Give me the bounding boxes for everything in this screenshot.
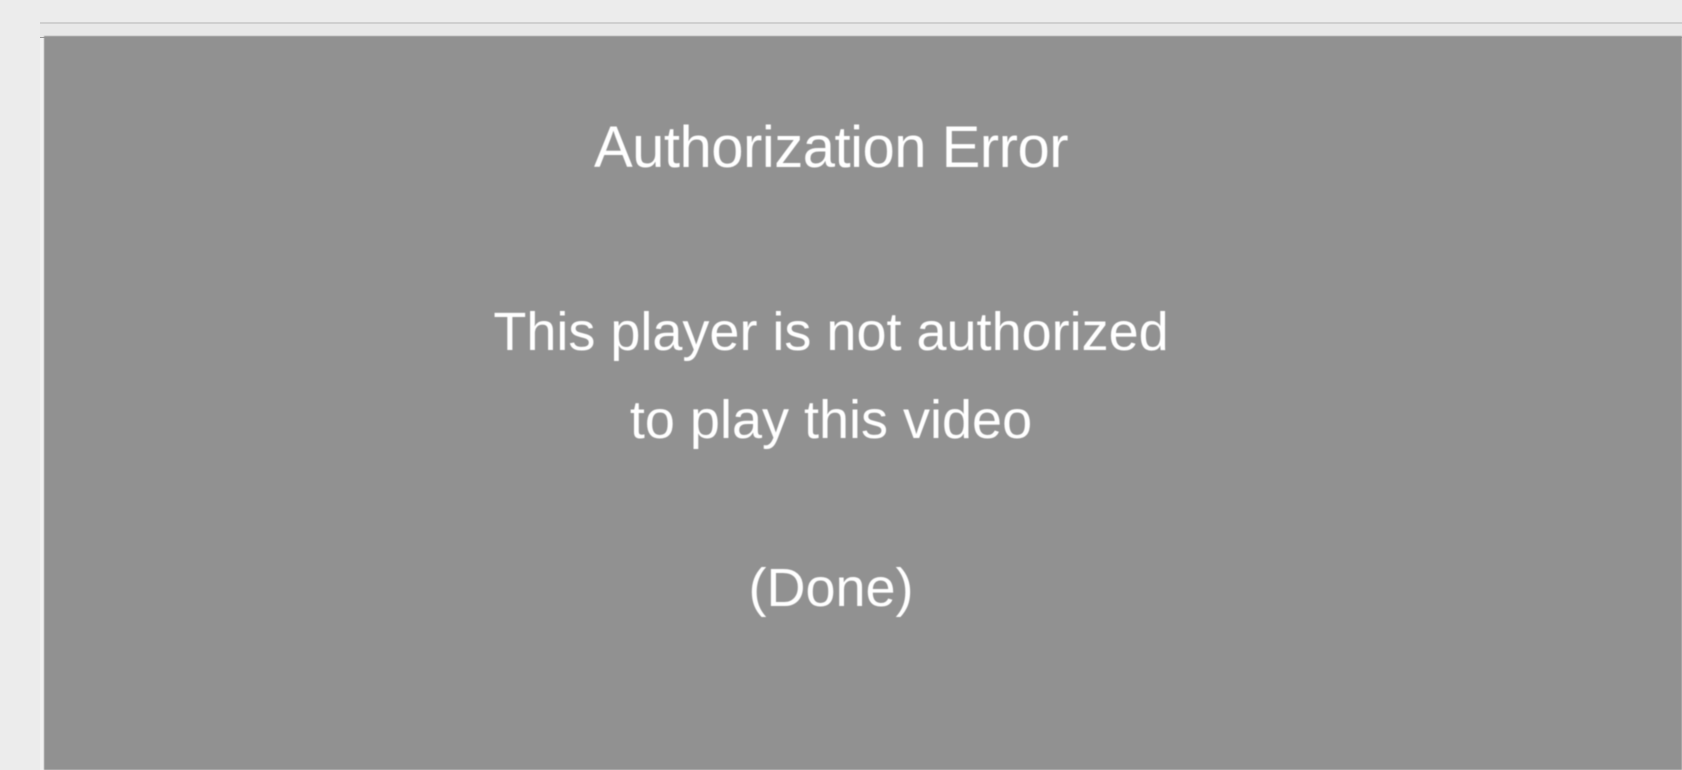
error-message-line-1: This player is not authorized [493, 302, 1169, 362]
error-title: Authorization Error [593, 115, 1069, 180]
page: Authorization Error This player is not a… [0, 0, 1682, 770]
video-player-error-panel: Authorization Error This player is not a… [44, 36, 1682, 770]
error-message-line-2: to play this video [629, 390, 1033, 450]
done-button[interactable]: (Done) [44, 556, 1618, 620]
error-message: This player is not authorized to play th… [44, 288, 1618, 464]
